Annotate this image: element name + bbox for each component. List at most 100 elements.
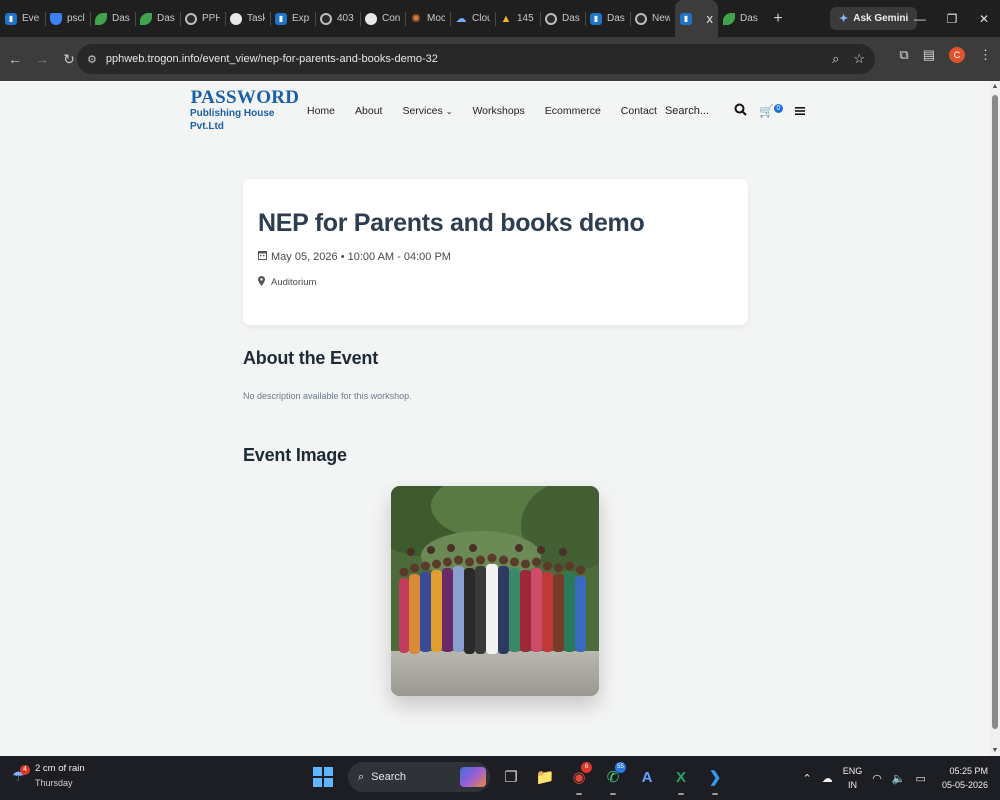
restore-icon[interactable]: ❐ [936,0,968,37]
nav-workshops[interactable]: Workshops [472,105,524,117]
browser-toolbar: ← → ↻ ⚙ pphweb.trogon.info/event_view/ne… [0,37,1000,81]
back-arrow-icon[interactable]: ← [3,47,27,71]
cloud-icon: ☁ [455,13,467,25]
language-indicator[interactable]: ENG IN [843,764,863,792]
site-info-icon[interactable]: ⚙ [87,53,97,66]
browser-menu-icon[interactable]: ⋮ [979,47,992,63]
nav-services[interactable]: Services ⌄ [402,105,452,117]
hamburger-menu-icon[interactable] [795,104,805,119]
scroll-down-arrow-icon[interactable]: ▼ [991,747,999,754]
chatgpt-icon [230,12,242,25]
about-description: No description available for this worksh… [243,391,412,401]
clock-date: 05-05-2026 [941,780,988,790]
battery-icon[interactable]: ▭ [916,772,926,785]
globe-icon [320,12,332,25]
zoom-icon[interactable]: ⌕ [832,51,839,67]
chevron-down-icon: ⌄ [445,107,453,116]
browser-tab[interactable]: ▮ Ever [0,0,45,37]
search-highlight-art [460,767,486,787]
chevron-up-icon[interactable]: ⌃ [803,772,812,785]
browser-tab[interactable]: ▮ Expi [270,0,315,37]
scroll-up-arrow-icon[interactable]: ▲ [991,83,999,90]
event-title: NEP for Parents and books demo [258,209,645,237]
nav-home[interactable]: Home [307,105,335,117]
tab-label: New [652,13,670,24]
tab-label: Dasl [607,13,625,24]
close-tab-icon[interactable]: x [707,11,714,26]
browser-tab[interactable]: 403 [315,0,360,37]
cart-icon[interactable]: 🛒 0 [759,104,783,118]
clock[interactable]: 05:25 PM 05-05-2026 [942,764,988,792]
close-window-icon[interactable]: ✕ [968,0,1000,37]
tab-label: pscl [67,13,85,24]
browser-tab[interactable]: Dasl [135,0,180,37]
whatsapp-badge: 55 [615,762,626,773]
new-tab-button[interactable]: + [763,10,793,28]
event-group-photo[interactable] [391,486,599,696]
tab-label: 145 [517,13,534,24]
browser-tab[interactable]: ▮ Dasl [585,0,630,37]
onedrive-cloud-icon[interactable]: ☁ [822,772,833,785]
tab-label: Clou [472,13,490,24]
whatsapp-icon[interactable]: ✆ 55 [600,762,626,795]
forward-arrow-icon[interactable]: → [30,47,54,71]
volume-icon[interactable]: 🔈 [892,772,906,785]
site-search-input[interactable]: Search... [665,105,709,117]
browser-tab[interactable]: ✺ Moc [405,0,450,37]
tab-label: Expi [292,13,310,24]
nav-about[interactable]: About [355,105,382,117]
browser-tab[interactable]: Task [225,0,270,37]
profile-avatar[interactable]: C [949,47,965,63]
reading-list-icon[interactable]: ▤ [923,47,935,63]
gemini-sparkle-icon: ✦ [839,13,849,25]
browser-tab[interactable]: New [630,0,675,37]
tab-label: Con [382,13,400,24]
browser-tab[interactable]: ▲ 145 [495,0,540,37]
chrome-icon[interactable]: ◉ 6 [566,762,592,795]
tab-label: Moc [427,13,445,24]
browser-tab[interactable]: PPH [180,0,225,37]
doc-icon: ▮ [680,12,692,25]
rain-icon: ☂ 4 [12,765,30,784]
weather-widget[interactable]: ☂ 4 2 cm of rain Thursday [12,762,85,790]
scrollbar-thumb[interactable] [992,95,998,729]
address-bar[interactable]: ⚙ pphweb.trogon.info/event_view/nep-for-… [77,44,875,74]
excel-icon[interactable]: X [668,762,694,795]
browser-tab[interactable]: ☁ Clou [450,0,495,37]
weather-badge: 4 [20,765,30,775]
task-view-icon[interactable]: ❐ [498,762,524,792]
chatgpt-icon [365,12,377,25]
ask-gemini-label: Ask Gemini [853,13,909,24]
search-icon[interactable] [734,103,747,119]
font-app-icon[interactable]: A [634,762,660,792]
lang-bottom: IN [847,780,857,790]
browser-tab[interactable]: Con [360,0,405,37]
file-explorer-icon[interactable]: 📁 [532,762,558,792]
about-heading: About the Event [243,348,378,368]
browser-tab[interactable]: Dasl [90,0,135,37]
browser-tab[interactable]: ▮ x [675,0,718,37]
browser-tab[interactable]: Dasl [718,0,763,37]
windows-start-icon[interactable] [313,767,333,787]
browser-tab[interactable]: pscl [45,0,90,37]
site-logo[interactable]: PASSWORD Publishing House Pvt.Ltd [190,88,300,132]
url-text[interactable]: pphweb.trogon.info/event_view/nep-for-pa… [106,53,438,65]
event-card: NEP for Parents and books demo May 05, 2… [243,179,748,325]
taskbar-search[interactable]: ⌕ Search [348,762,490,792]
wifi-icon[interactable]: ◠ [872,772,882,785]
tab-label: Dasl [112,13,130,24]
search-icon: ⌕ [358,770,365,783]
bookmark-star-icon[interactable]: ☆ [853,51,865,67]
taskbar-apps: ⌕ Search ❐ 📁 ◉ 6 ✆ 55 A X ❯ [313,762,728,795]
browser-tab[interactable]: Dasl [540,0,585,37]
extensions-icon[interactable]: ⧉ [899,47,908,63]
tab-strip: ▮ Ever pscl Dasl Dasl PPH Task ▮ Expi 403 Con ✺ Moc ☁… [0,0,763,37]
nav-contact[interactable]: Contact [621,105,657,117]
vscode-icon[interactable]: ❯ [702,762,728,795]
minimize-icon[interactable]: — [904,0,936,37]
page-scrollbar[interactable]: ▲ ▼ [990,81,1000,756]
tab-label: PPH [202,13,220,24]
event-datetime: May 05, 2026 • 10:00 AM - 04:00 PM [271,250,451,263]
nav-ecommerce[interactable]: Ecommerce [545,105,601,117]
calendar-icon [258,250,271,263]
